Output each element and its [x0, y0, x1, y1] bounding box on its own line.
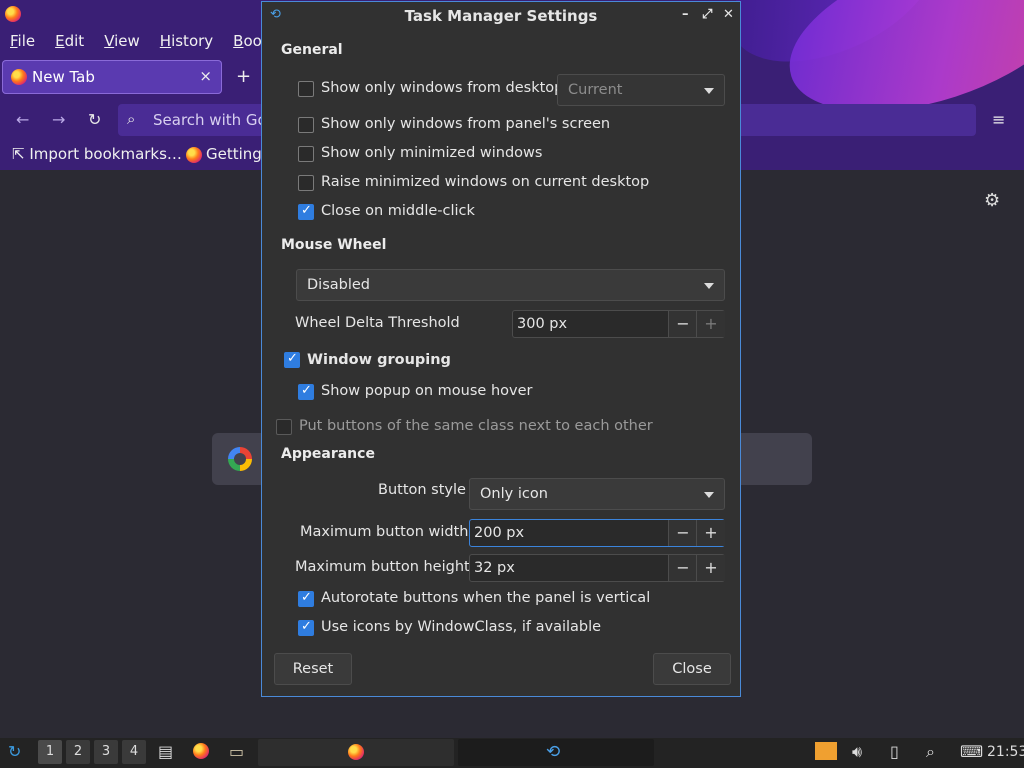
label-show-only-desktop: Show only windows from desktop: [321, 80, 564, 96]
google-icon: [228, 447, 252, 471]
workspace-4[interactable]: 4: [122, 740, 146, 764]
mouse-wheel-value: Disabled: [307, 277, 370, 293]
dialog-titlebar[interactable]: ⟲ Task Manager Settings – ⤢ ✕: [262, 2, 740, 30]
tab-new-tab[interactable]: New Tab ×: [2, 60, 222, 94]
checkbox-show-popup[interactable]: [298, 383, 314, 400]
file-manager-launcher-icon[interactable]: ▤: [158, 742, 173, 761]
max-width-value: 200 px: [474, 525, 525, 541]
label-autorotate: Autorotate buttons when the panel is ver…: [321, 590, 651, 606]
maximize-button[interactable]: ⤢: [702, 7, 712, 22]
label-wheel-delta-threshold: Wheel Delta Threshold: [295, 315, 460, 331]
url-placeholder: Search with Goo: [153, 111, 276, 129]
clipboard-icon[interactable]: ▯: [890, 742, 899, 761]
firefox-icon: [186, 147, 202, 163]
wheel-delta-spinbox[interactable]: 300 px − +: [512, 310, 725, 338]
desktop-combo[interactable]: Current: [557, 74, 725, 106]
workspace-1[interactable]: 1: [38, 740, 62, 764]
firefox-icon: [5, 6, 21, 22]
label-max-button-height: Maximum button height: [295, 559, 470, 575]
checkbox-show-only-desktop[interactable]: [298, 81, 314, 97]
bookmark-getting-started[interactable]: Getting: [206, 145, 262, 163]
decrement-button[interactable]: −: [668, 311, 697, 337]
checkbox-use-icons[interactable]: [298, 619, 314, 636]
label-close-middle-click: Close on middle-click: [321, 203, 475, 219]
checkbox-show-only-minimized[interactable]: [298, 146, 314, 162]
task-button-settings[interactable]: ⟲: [458, 739, 654, 766]
wheel-delta-value: 300 px: [517, 316, 568, 332]
back-icon[interactable]: ←: [16, 110, 29, 129]
close-window-button[interactable]: ✕: [723, 7, 734, 22]
menu-view[interactable]: View: [94, 28, 150, 56]
task-manager-settings-dialog: ⟲ Task Manager Settings – ⤢ ✕ General Sh…: [261, 1, 741, 697]
gear-icon[interactable]: ⚙: [984, 190, 1000, 211]
close-button[interactable]: Close: [653, 653, 731, 685]
menu-edit[interactable]: Edit: [45, 28, 94, 56]
label-button-style: Button style: [378, 482, 466, 498]
checkbox-window-grouping[interactable]: [284, 351, 300, 368]
section-appearance: Appearance: [281, 446, 375, 462]
label-use-icons: Use icons by WindowClass, if available: [321, 619, 602, 635]
reset-button[interactable]: Reset: [274, 653, 352, 685]
label-window-grouping: Window grouping: [307, 352, 451, 368]
dialog-title: Task Manager Settings: [404, 7, 598, 25]
hamburger-menu-icon[interactable]: ≡: [992, 110, 1005, 129]
firefox-icon: [11, 69, 27, 85]
max-height-value: 32 px: [474, 560, 515, 576]
search-icon: ⌕: [127, 110, 136, 128]
increment-button[interactable]: +: [696, 555, 725, 581]
chevron-down-icon: [704, 283, 714, 289]
volume-icon[interactable]: 🔊︎: [852, 742, 862, 762]
settings-app-icon: ⟲: [546, 742, 561, 762]
max-height-spinbox[interactable]: 32 px − +: [469, 554, 725, 582]
desktop-combo-value: Current: [568, 82, 623, 98]
chevron-down-icon: [704, 88, 714, 94]
increment-button[interactable]: +: [696, 520, 725, 546]
workspace-3[interactable]: 3: [94, 740, 118, 764]
tab-label: New Tab: [32, 68, 95, 86]
checkbox-same-class[interactable]: [276, 419, 292, 435]
max-width-spinbox[interactable]: 200 px − +: [469, 519, 725, 547]
section-mouse-wheel: Mouse Wheel: [281, 237, 387, 253]
button-style-combo[interactable]: Only icon: [469, 478, 725, 510]
menu-history[interactable]: History: [150, 28, 223, 56]
task-button-firefox[interactable]: [258, 739, 454, 766]
workspace-2[interactable]: 2: [66, 740, 90, 764]
bookmark-label: Import bookmarks…: [29, 145, 182, 163]
decrement-button[interactable]: −: [668, 555, 697, 581]
minimize-button[interactable]: –: [682, 7, 689, 22]
checkbox-show-only-panel-screen[interactable]: [298, 117, 314, 133]
firefox-launcher-icon[interactable]: [193, 743, 209, 759]
label-show-only-panel-screen: Show only windows from panel's screen: [321, 116, 611, 132]
new-tab-button[interactable]: +: [236, 66, 251, 87]
mouse-wheel-combo[interactable]: Disabled: [296, 269, 725, 301]
checkbox-close-middle-click[interactable]: [298, 203, 314, 220]
menu-file[interactable]: File: [0, 28, 45, 56]
close-icon[interactable]: ×: [199, 67, 212, 85]
firefox-menubar: File Edit View History Boo: [0, 28, 272, 56]
chevron-down-icon: [704, 492, 714, 498]
start-menu-icon[interactable]: ↻: [8, 742, 21, 761]
section-general: General: [281, 42, 343, 58]
increment-button[interactable]: +: [696, 311, 725, 337]
button-style-value: Only icon: [480, 486, 548, 502]
checkbox-autorotate[interactable]: [298, 590, 314, 607]
folder-launcher-icon[interactable]: ▭: [229, 742, 244, 761]
reload-icon[interactable]: ↻: [88, 110, 101, 129]
checkbox-raise-minimized[interactable]: [298, 175, 314, 191]
label-raise-minimized: Raise minimized windows on current deskt…: [321, 174, 650, 190]
keyboard-layout-icon[interactable]: ⌨︎: [960, 742, 983, 761]
decrement-button[interactable]: −: [668, 520, 697, 546]
search-tray-icon[interactable]: ⌕: [926, 742, 935, 762]
forward-icon[interactable]: →: [52, 110, 65, 129]
label-max-button-width: Maximum button width: [300, 524, 469, 540]
clock[interactable]: 21:53: [987, 744, 1024, 760]
bookmark-import[interactable]: ⇱ Import bookmarks…: [12, 145, 182, 163]
firefox-icon: [348, 744, 364, 760]
label-same-class: Put buttons of the same class next to ea…: [299, 418, 653, 434]
label-show-only-minimized: Show only minimized windows: [321, 145, 543, 161]
battery-icon[interactable]: [815, 742, 837, 760]
label-show-popup: Show popup on mouse hover: [321, 383, 533, 399]
